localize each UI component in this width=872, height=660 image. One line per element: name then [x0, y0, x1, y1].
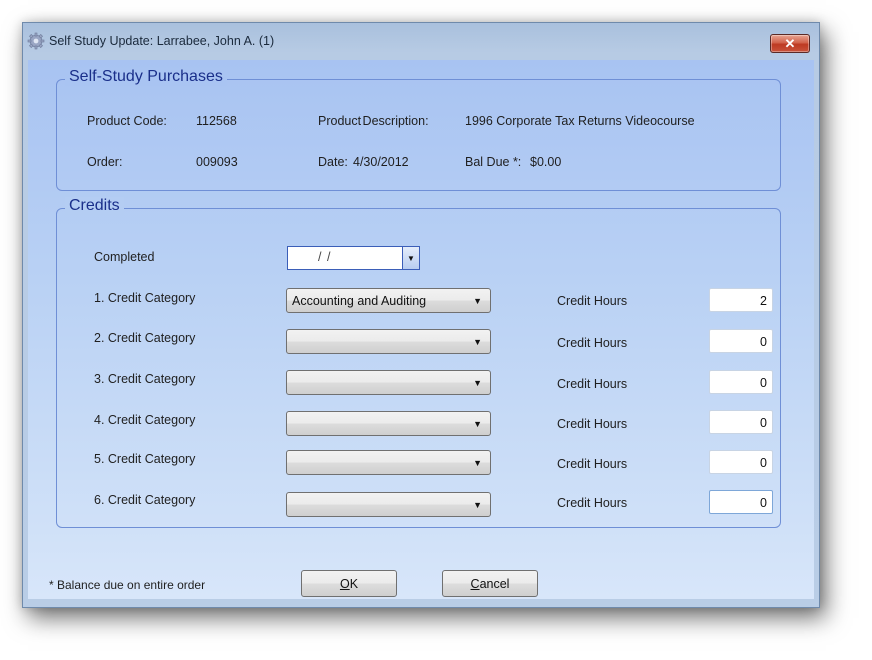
credit-hours-2-input[interactable]: 0 — [709, 329, 773, 353]
date-value: 4/30/2012 — [353, 155, 409, 169]
ok-mnemonic: O — [339, 576, 350, 591]
chevron-down-icon: ▼ — [473, 337, 482, 347]
credit-hours-6-input[interactable]: 0 — [709, 490, 773, 514]
product-description-label: Product Description: — [318, 114, 429, 128]
chevron-down-icon: ▼ — [473, 296, 482, 306]
chevron-down-icon: ▼ — [473, 500, 482, 510]
dialog-client-area: Self-Study Purchases Product Code: 11256… — [28, 60, 814, 599]
credit-hours-4-input[interactable]: 0 — [709, 410, 773, 434]
credit-category-4-select[interactable]: ▼ — [286, 411, 491, 436]
credit-category-1-label: 1. Credit Category — [94, 291, 196, 305]
cancel-button[interactable]: Cancel — [442, 570, 538, 597]
self-study-purchases-group: Self-Study Purchases Product Code: 11256… — [56, 68, 781, 191]
calendar-dropdown-button[interactable]: ▼ — [402, 247, 419, 269]
chevron-down-icon: ▼ — [473, 419, 482, 429]
credit-category-3-select[interactable]: ▼ — [286, 370, 491, 395]
chevron-down-icon: ▼ — [473, 458, 482, 468]
ok-label-rest: K — [349, 576, 359, 591]
ok-button[interactable]: OK — [301, 570, 397, 597]
close-icon: ✕ — [784, 35, 796, 51]
credit-hours-5-label: Credit Hours — [557, 457, 628, 471]
credit-category-2-label: 2. Credit Category — [94, 331, 196, 345]
credit-category-5-select[interactable]: ▼ — [286, 450, 491, 475]
credit-hours-6-label: Credit Hours — [557, 496, 628, 510]
bal-due-value: $0.00 — [530, 155, 562, 169]
chevron-down-icon: ▼ — [407, 253, 415, 263]
credit-hours-4-label: Credit Hours — [557, 417, 628, 431]
cancel-label-rest: ancel — [479, 576, 510, 591]
credits-group: Credits Completed / / ▼ 1. Credit Catego… — [56, 197, 781, 528]
window-title: Self Study Update: Larrabee, John A. (1) — [49, 34, 275, 48]
credit-category-1-value: Accounting and Auditing — [292, 294, 427, 308]
credit-hours-3-label: Credit Hours — [557, 377, 628, 391]
completed-label: Completed — [94, 250, 155, 264]
credit-category-6-label: 6. Credit Category — [94, 493, 196, 507]
credit-hours-1-input[interactable]: 2 — [709, 288, 773, 312]
chevron-down-icon: ▼ — [473, 378, 482, 388]
order-label: Order: — [87, 155, 123, 169]
credit-hours-5-input[interactable]: 0 — [709, 450, 773, 474]
title-bar[interactable]: Self Study Update: Larrabee, John A. (1)… — [23, 23, 819, 59]
bal-due-label: Bal Due *: — [465, 155, 522, 169]
order-value: 009093 — [196, 155, 238, 169]
credit-category-5-label: 5. Credit Category — [94, 452, 196, 466]
cancel-mnemonic: C — [470, 576, 480, 591]
date-label: Date: — [318, 155, 348, 169]
credit-category-1-select[interactable]: Accounting and Auditing ▼ — [286, 288, 491, 313]
gear-icon — [27, 32, 45, 50]
credit-hours-2-label: Credit Hours — [557, 336, 628, 350]
completed-date-picker[interactable]: / / ▼ — [287, 246, 420, 270]
completed-date-input[interactable]: / / — [318, 250, 331, 264]
credit-hours-1-label: Credit Hours — [557, 294, 628, 308]
credit-hours-3-input[interactable]: 0 — [709, 370, 773, 394]
product-code-label: Product Code: — [87, 114, 167, 128]
credit-category-3-label: 3. Credit Category — [94, 372, 196, 386]
credit-category-4-label: 4. Credit Category — [94, 413, 196, 427]
self-study-update-window: Self Study Update: Larrabee, John A. (1)… — [22, 22, 820, 608]
close-button[interactable]: ✕ — [770, 34, 810, 53]
credit-category-6-select[interactable]: ▼ — [286, 492, 491, 517]
credit-category-2-select[interactable]: ▼ — [286, 329, 491, 354]
credits-legend: Credits — [65, 197, 124, 215]
product-description-value: 1996 Corporate Tax Returns Videocourse — [465, 114, 695, 128]
purchases-legend: Self-Study Purchases — [65, 68, 227, 86]
product-code-value: 112568 — [196, 114, 237, 128]
balance-due-note: * Balance due on entire order — [49, 578, 206, 592]
